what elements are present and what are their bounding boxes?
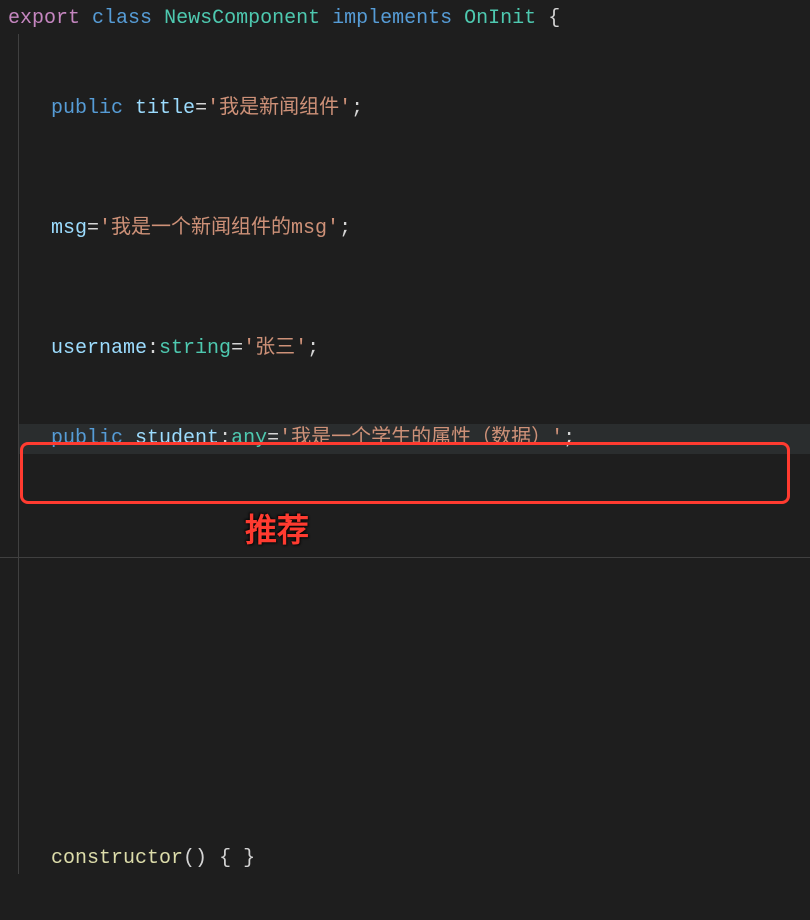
property-title: title <box>135 97 195 120</box>
code-line-declaration: export class NewsComponent implements On… <box>0 4 810 34</box>
keyword-public: public <box>51 427 123 450</box>
code-line-student: public student:any='我是一个学生的属性（数据）'; <box>19 424 810 454</box>
code-line-empty <box>19 514 810 544</box>
code-line-empty <box>19 274 810 304</box>
code-line-empty <box>19 454 810 484</box>
property-username: username <box>51 337 147 360</box>
code-line-empty <box>19 394 810 424</box>
keyword-export: export <box>8 7 80 30</box>
code-line-title: public title='我是新闻组件'; <box>19 94 810 124</box>
keyword-public: public <box>51 97 123 120</box>
code-line-constructor: constructor() { } <box>19 844 810 874</box>
type-any: any <box>231 427 267 450</box>
keyword-implements: implements <box>332 7 452 30</box>
code-line-empty <box>19 664 810 694</box>
code-editor: export class NewsComponent implements On… <box>0 0 810 878</box>
string-literal: '张三' <box>243 337 307 360</box>
code-line-empty <box>19 364 810 394</box>
code-line-empty <box>19 814 810 844</box>
class-name: NewsComponent <box>164 7 320 30</box>
code-line-empty <box>19 634 810 664</box>
code-line-empty <box>19 784 810 814</box>
open-brace: { <box>548 7 560 30</box>
type-string: string <box>159 337 231 360</box>
string-literal: '我是新闻组件' <box>207 97 351 120</box>
property-msg: msg <box>51 217 87 240</box>
code-line-empty <box>19 124 810 154</box>
code-line-msg: msg='我是一个新闻组件的msg'; <box>19 214 810 244</box>
code-line-empty <box>19 694 810 724</box>
code-line-empty <box>19 34 810 64</box>
code-line-empty <box>19 754 810 784</box>
code-line-empty <box>19 574 810 604</box>
code-line-empty <box>19 484 810 514</box>
property-student: student <box>135 427 219 450</box>
code-line-username: username:string='张三'; <box>19 334 810 364</box>
code-line-empty <box>19 724 810 754</box>
string-literal: '我是一个新闻组件的msg' <box>99 217 339 240</box>
keyword-class: class <box>92 7 152 30</box>
code-line-empty <box>19 244 810 274</box>
code-line-empty <box>19 64 810 94</box>
divider-line <box>0 557 810 558</box>
string-literal: '我是一个学生的属性（数据）' <box>279 427 563 450</box>
code-line-empty <box>19 544 810 574</box>
code-line-empty <box>19 154 810 184</box>
constructor-keyword: constructor <box>51 847 183 870</box>
code-line-empty <box>19 184 810 214</box>
interface-name: OnInit <box>464 7 536 30</box>
code-line-empty <box>19 604 810 634</box>
code-line-empty <box>19 304 810 334</box>
